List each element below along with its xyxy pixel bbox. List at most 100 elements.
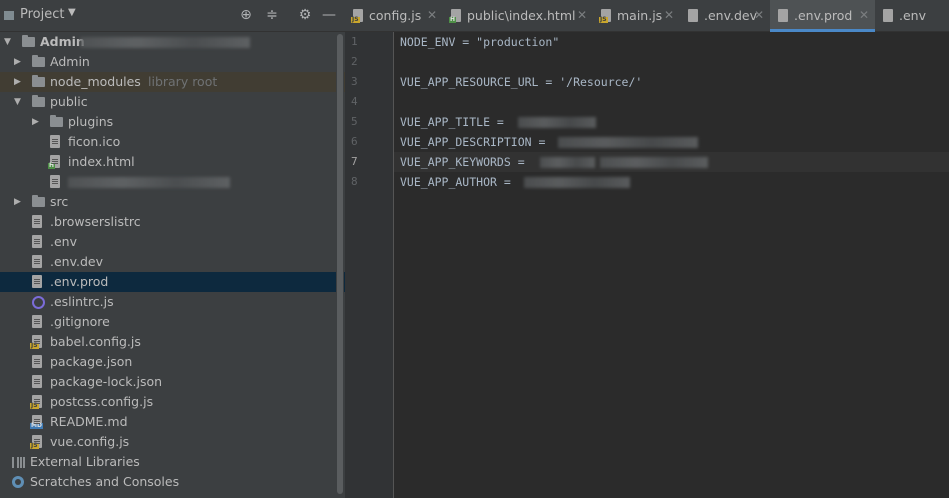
external-libraries-icon [12,457,25,468]
editor-tab[interactable]: Hpublic\index.html ✕ [443,0,593,31]
tree-item[interactable]: ficon.ico [0,132,345,152]
close-icon[interactable]: ✕ [664,0,674,31]
close-icon[interactable]: ✕ [754,0,764,31]
tree-item-label: .env.dev [50,254,104,269]
chevron-right-icon[interactable]: ▶ [32,112,42,132]
tree-item-label: Admin [50,54,90,69]
line-number: 3 [351,75,358,88]
code-line[interactable]: VUE_APP_KEYWORDS = [394,152,949,172]
library-root-label: library root [148,74,218,89]
tree-item-label: README.md [50,414,128,429]
html-file-icon: H [48,155,60,169]
file-icon [32,215,42,228]
js-file-icon: JS [351,9,363,23]
file-icon [688,9,698,22]
chevron-down-icon[interactable]: ▼ [68,7,76,18]
tree-item[interactable]: .gitignore [0,312,345,332]
editor-tab[interactable]: .env [875,0,949,31]
project-scrollbar[interactable] [336,32,344,498]
tree-item[interactable]: package-lock.json [0,372,345,392]
locate-icon[interactable]: ⊕ [237,6,255,24]
line-number-gutter: 1 2 3 4 5 6 7 8 [345,32,394,498]
tree-item[interactable]: .env.dev [0,252,345,272]
line-number: 4 [351,95,358,108]
code-line[interactable] [394,52,949,72]
file-icon [32,355,42,368]
code-line[interactable]: VUE_APP_DESCRIPTION = [394,132,949,152]
code-text: VUE_APP_TITLE = [400,115,511,129]
tree-item[interactable]: Hindex.html [0,152,345,172]
js-file-icon: JS [30,435,42,449]
editor-tab[interactable]: JS main.js ✕ [593,0,680,31]
editor-tab-label: .env.prod [794,8,853,23]
tree-item[interactable]: ▶ src [0,192,345,212]
tree-item[interactable]: Scratches and Consoles [0,472,345,492]
tree-item[interactable]: .browserslistrc [0,212,345,232]
tree-item[interactable]: ▶ Admin [0,52,345,72]
tree-item[interactable]: package.json [0,352,345,372]
tree-item[interactable] [0,172,345,192]
editor-tab-bar: JS config.js ✕ Hpublic\index.html ✕ JS main.js… [345,0,949,32]
code-text: VUE_APP_RESOURCE_URL = '/Resource/' [400,75,643,89]
code-editor[interactable]: 1 2 3 4 5 6 7 8 NODE_ENV = "production" VUE_APP_… [345,32,949,498]
gear-icon[interactable]: ⚙ [296,6,314,24]
close-icon[interactable]: ✕ [859,0,869,31]
chevron-right-icon[interactable]: ▶ [14,52,24,72]
tree-item[interactable]: .env [0,232,345,252]
tree-item[interactable]: JS babel.config.js [0,332,345,352]
redacted-value [524,177,630,188]
tree-item[interactable]: MD README.md [0,412,345,432]
file-icon [50,135,60,148]
tree-item[interactable]: JS vue.config.js [0,432,345,452]
tree-item-label: babel.config.js [50,334,141,349]
code-line[interactable]: VUE_APP_TITLE = [394,112,949,132]
tree-item[interactable]: ▶ plugins [0,112,345,132]
tree-item[interactable]: .eslintrc.js [0,292,345,312]
editor-tab-label: config.js [369,8,422,23]
line-number: 2 [351,55,358,68]
tree-item-label: package-lock.json [50,374,163,389]
redacted-value [600,157,708,168]
line-number: 5 [351,115,358,128]
tree-item-label: .env.prod [50,274,109,289]
chevron-right-icon[interactable]: ▶ [14,72,24,92]
js-file-icon: JS [30,335,42,349]
tree-item[interactable]: ▶ node_modules library root [0,72,345,92]
tree-item[interactable]: External Libraries [0,452,345,472]
file-icon [32,255,42,268]
file-icon [32,235,42,248]
chevron-right-icon[interactable]: ▶ [14,192,24,212]
redacted-filename [68,177,230,188]
project-view-selector[interactable]: Project [20,7,64,22]
tree-item[interactable]: JS postcss.config.js [0,392,345,412]
code-line[interactable]: VUE_APP_AUTHOR = [394,172,949,192]
code-line[interactable]: NODE_ENV = "production" [394,32,949,52]
collapse-icon[interactable]: ≑ [263,6,281,24]
markdown-file-icon: MD [30,415,43,429]
tree-item[interactable]: .env.prod [0,272,345,292]
tree-item-label: node_modules [50,74,141,89]
code-line[interactable] [394,92,949,112]
chevron-down-icon[interactable]: ▼ [14,92,24,112]
project-panel: Project ▼ ⊕ ≑ ⚙ — ▼ Admin ▶ Admin ▶ node_modu… [0,0,345,498]
js-file-icon: JS [599,9,611,23]
redacted-value [518,117,596,128]
line-number: 7 [351,155,358,168]
editor-tab[interactable]: .env.dev ✕ [680,0,770,31]
code-line[interactable]: VUE_APP_RESOURCE_URL = '/Resource/' [394,72,949,92]
line-number: 8 [351,175,358,188]
tree-item[interactable]: ▼ Admin [0,32,345,52]
hide-icon[interactable]: — [320,6,338,24]
close-icon[interactable]: ✕ [577,0,587,31]
editor-tab[interactable]: .env.prod ✕ [770,0,875,32]
file-icon [778,9,788,22]
line-number: 6 [351,135,358,148]
close-icon[interactable]: ✕ [427,0,437,31]
chevron-down-icon[interactable]: ▼ [4,32,14,52]
line-number: 1 [351,35,358,48]
folder-icon [32,55,45,67]
editor-tab[interactable]: JS config.js ✕ [345,0,443,31]
editor-tab-label: public\index.html [467,8,576,23]
tree-item[interactable]: ▼ public [0,92,345,112]
project-scrollbar-thumb[interactable] [337,34,343,494]
